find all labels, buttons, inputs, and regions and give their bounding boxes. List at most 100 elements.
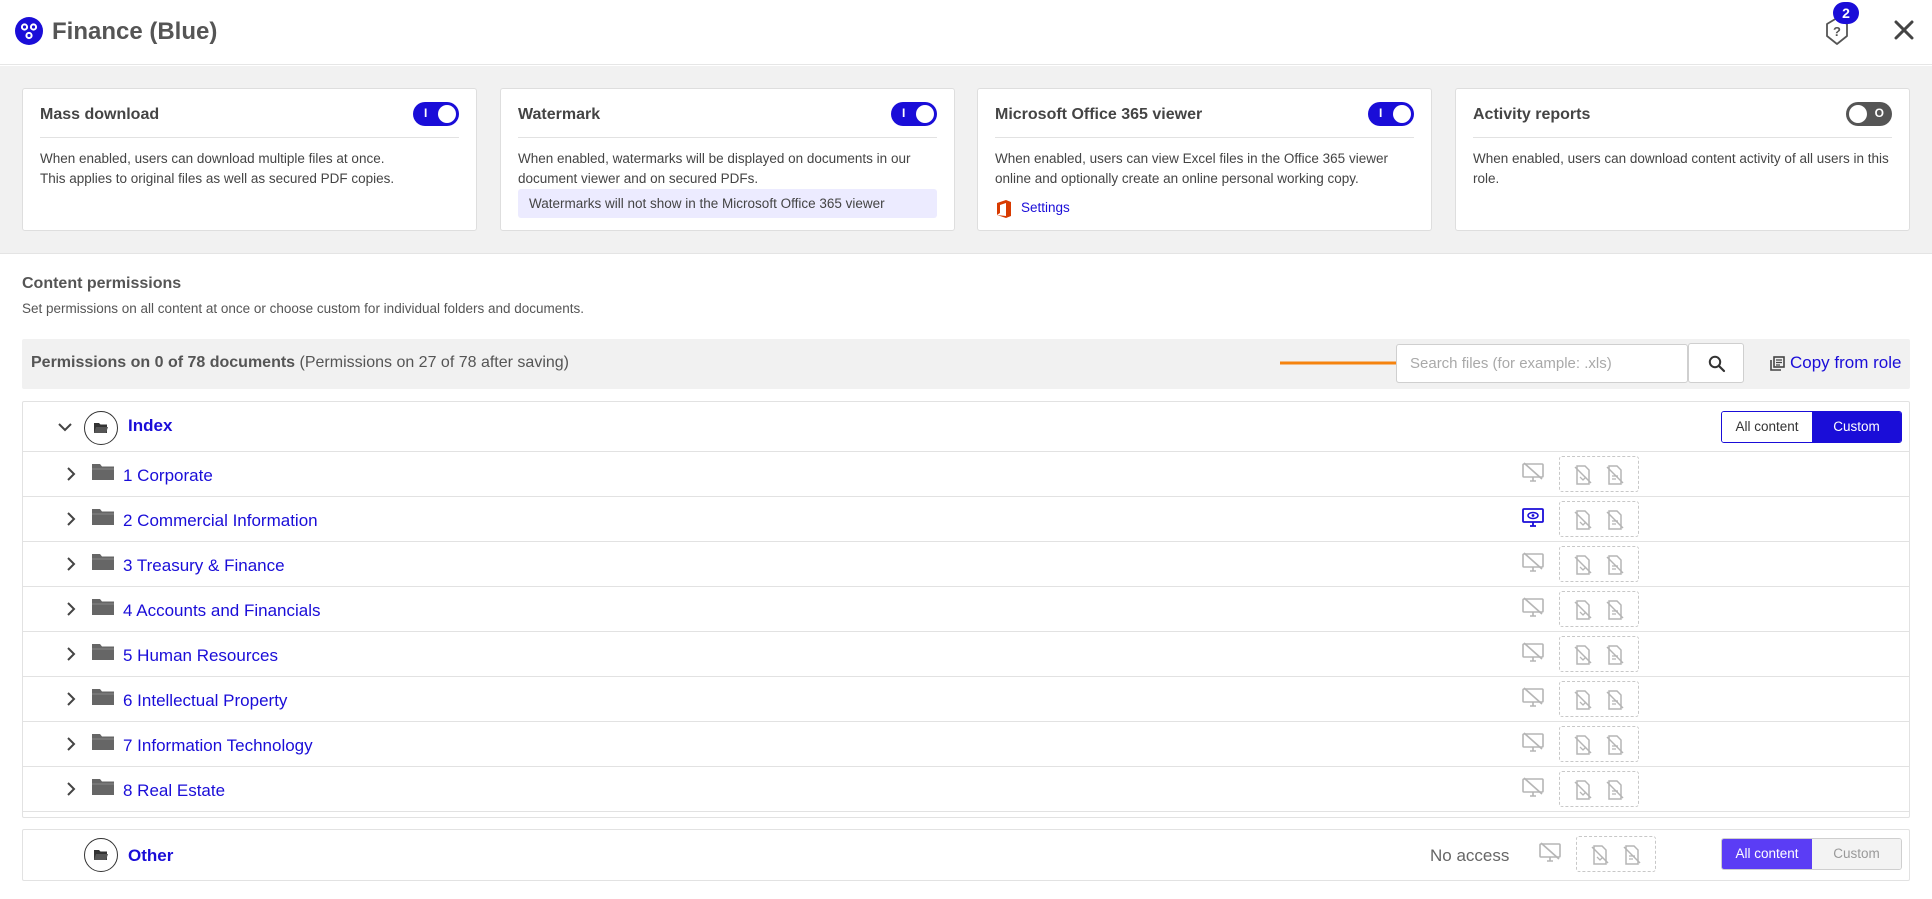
chevron-right-icon[interactable] <box>63 601 79 617</box>
download-disabled-icon[interactable] <box>1573 465 1593 485</box>
divider <box>1473 137 1892 138</box>
download-disabled-icon[interactable] <box>1573 735 1593 755</box>
viewer-disabled-icon[interactable] <box>1521 462 1545 484</box>
download-permissions <box>1559 546 1639 582</box>
download-permissions <box>1559 501 1639 537</box>
toggle-knob <box>1849 105 1867 123</box>
download-permissions <box>1559 456 1639 492</box>
viewer-disabled-icon[interactable] <box>1521 777 1545 799</box>
chevron-right-icon[interactable] <box>63 691 79 707</box>
folder-label[interactable]: 4 Accounts and Financials <box>123 601 321 621</box>
download-disabled-icon[interactable] <box>1573 690 1593 710</box>
folder-row: 2 Commercial Information <box>23 497 1909 542</box>
chevron-right-icon[interactable] <box>63 466 79 482</box>
folder-row: 5 Human Resources <box>23 632 1909 677</box>
viewer-disabled-icon[interactable] <box>1521 732 1545 754</box>
folder-open-icon <box>94 850 108 860</box>
custom-option[interactable]: Custom <box>1812 839 1901 869</box>
watermark-note: Watermarks will not show in the Microsof… <box>518 189 937 218</box>
folder-icon <box>92 734 114 750</box>
folder-icon <box>92 689 114 705</box>
download-permissions <box>1559 591 1639 627</box>
toggle-knob <box>1393 105 1411 123</box>
download-disabled-icon[interactable] <box>1573 555 1593 575</box>
download-permissions <box>1576 836 1656 872</box>
viewer-disabled-icon[interactable] <box>1521 642 1545 664</box>
folder-label[interactable]: 8 Real Estate <box>123 781 225 801</box>
download-disabled-icon[interactable] <box>1573 645 1593 665</box>
download-permissions <box>1559 681 1639 717</box>
all-content-option[interactable]: All content <box>1722 412 1812 442</box>
watermark-card: Watermark I When enabled, watermarks wil… <box>500 88 955 231</box>
tree-root-row: Index All content Custom <box>23 402 1909 452</box>
card-title: Watermark <box>518 106 601 123</box>
folder-icon <box>92 779 114 795</box>
search-button[interactable] <box>1688 343 1744 383</box>
chevron-right-icon[interactable] <box>63 781 79 797</box>
other-folder-label[interactable]: Other <box>128 846 173 866</box>
permissions-toolbar: Permissions on 0 of 78 documents (Permis… <box>22 339 1910 389</box>
desc-line: When enabled, watermarks will be display… <box>518 151 911 166</box>
folder-label[interactable]: 3 Treasury & Finance <box>123 556 285 576</box>
content-permissions-title: Content permissions <box>22 275 182 292</box>
svg-text:?: ? <box>1833 24 1841 39</box>
desc-line: When enabled, users can view Excel files… <box>995 151 1388 166</box>
pdf-download-disabled-icon[interactable] <box>1605 600 1625 620</box>
folder-label[interactable]: 1 Corporate <box>123 466 213 486</box>
pdf-download-disabled-icon[interactable] <box>1622 845 1642 865</box>
office365-toggle[interactable]: I <box>1368 102 1414 126</box>
toggle-knob <box>438 105 456 123</box>
chevron-right-icon[interactable] <box>63 736 79 752</box>
chevron-right-icon[interactable] <box>63 646 79 662</box>
pdf-download-disabled-icon[interactable] <box>1605 735 1625 755</box>
folder-icon <box>92 554 114 570</box>
watermark-toggle[interactable]: I <box>891 102 937 126</box>
pdf-download-disabled-icon[interactable] <box>1605 510 1625 530</box>
card-description: When enabled, users can download multipl… <box>40 149 459 189</box>
settings-strip: Mass download I When enabled, users can … <box>0 66 1932 254</box>
permissions-count-after: (Permissions on 27 of 78 after saving) <box>299 354 569 371</box>
access-status: No access <box>1430 846 1510 865</box>
pdf-download-disabled-icon[interactable] <box>1605 555 1625 575</box>
viewer-disabled-icon[interactable] <box>1521 597 1545 619</box>
folder-label[interactable]: 5 Human Resources <box>123 646 278 666</box>
download-disabled-icon[interactable] <box>1573 510 1593 530</box>
toggle-knob <box>916 105 934 123</box>
office365-settings-link[interactable]: Settings <box>1021 200 1070 215</box>
folder-tree: Index All content Custom 1 Corporate 2 C… <box>22 401 1910 818</box>
chevron-down-icon[interactable] <box>57 419 73 435</box>
close-icon[interactable] <box>1893 18 1915 42</box>
root-folder-label[interactable]: Index <box>128 416 172 436</box>
all-content-option[interactable]: All content <box>1722 839 1812 869</box>
activity-reports-card: Activity reports O When enabled, users c… <box>1455 88 1910 231</box>
search-files-input[interactable] <box>1396 344 1688 383</box>
card-title: Microsoft Office 365 viewer <box>995 106 1203 123</box>
desc-line: This applies to original files as well a… <box>40 171 395 186</box>
pdf-download-disabled-icon[interactable] <box>1605 465 1625 485</box>
mass-download-toggle[interactable]: I <box>413 102 459 126</box>
desc-line: online and optionally create an online p… <box>995 171 1359 186</box>
folder-label[interactable]: 2 Commercial Information <box>123 511 318 531</box>
activity-reports-toggle[interactable]: O <box>1846 102 1892 126</box>
download-disabled-icon[interactable] <box>1573 780 1593 800</box>
viewer-enabled-icon[interactable] <box>1521 507 1545 529</box>
desc-line: When enabled, users can download multipl… <box>40 151 385 166</box>
download-disabled-icon[interactable] <box>1573 600 1593 620</box>
copy-icon <box>1770 356 1785 371</box>
divider <box>40 137 459 138</box>
pdf-download-disabled-icon[interactable] <box>1605 645 1625 665</box>
custom-option[interactable]: Custom <box>1812 412 1901 442</box>
viewer-disabled-icon[interactable] <box>1538 842 1562 864</box>
folder-label[interactable]: 7 Information Technology <box>123 736 313 756</box>
download-disabled-icon[interactable] <box>1590 845 1610 865</box>
chevron-right-icon[interactable] <box>63 511 79 527</box>
viewer-disabled-icon[interactable] <box>1521 687 1545 709</box>
pdf-download-disabled-icon[interactable] <box>1605 780 1625 800</box>
pdf-download-disabled-icon[interactable] <box>1605 690 1625 710</box>
other-scope-toggle: All content Custom <box>1721 838 1902 870</box>
viewer-disabled-icon[interactable] <box>1521 552 1545 574</box>
folder-row: 3 Treasury & Finance <box>23 542 1909 587</box>
chevron-right-icon[interactable] <box>63 556 79 572</box>
other-row: Other No access All content Custom <box>22 829 1910 881</box>
folder-label[interactable]: 6 Intellectual Property <box>123 691 287 711</box>
